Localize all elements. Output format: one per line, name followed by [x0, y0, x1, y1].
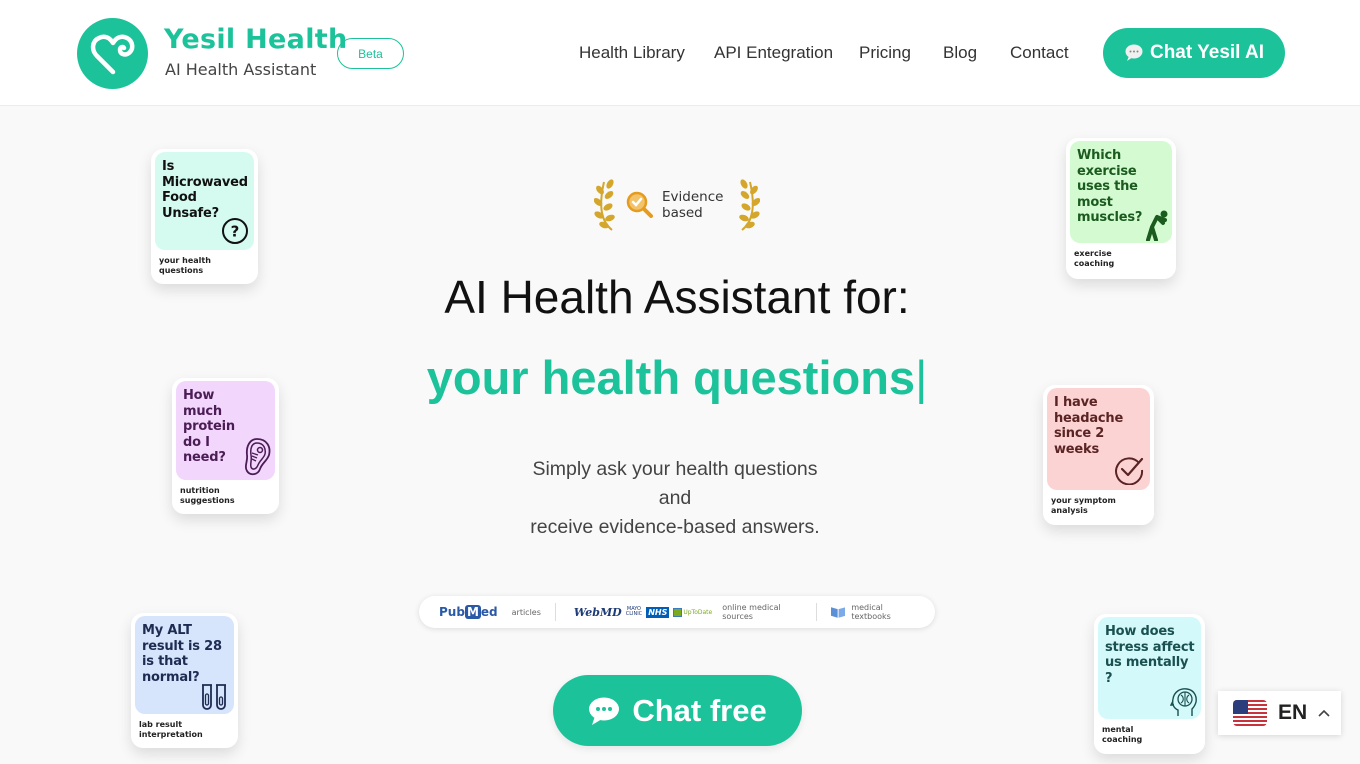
card-label-line1: exercise	[1074, 249, 1112, 258]
laurel-right-icon	[739, 179, 760, 231]
language-selector[interactable]: EN	[1218, 691, 1341, 735]
example-card-exercise[interactable]: Which exercise uses the most muscles? ex…	[1066, 138, 1176, 279]
card-label-line2: coaching	[1102, 735, 1143, 744]
card-question: Which exercise uses the most muscles?	[1077, 148, 1143, 225]
card-label-line2: analysis	[1051, 506, 1088, 515]
chat-free-button[interactable]: Chat free	[553, 675, 802, 746]
chat-bubble-icon	[589, 697, 620, 725]
chat-yesil-ai-label: Chat Yesil AI	[1149, 42, 1265, 63]
nav-pricing[interactable]: Pricing	[859, 43, 911, 63]
typing-cursor: |	[915, 351, 928, 404]
pubmed-pre: Pub	[439, 605, 465, 619]
card-label: your health questions	[159, 256, 211, 276]
example-card-mental[interactable]: How does stress affect us mentally ? men…	[1094, 614, 1205, 754]
pubmed-logo: Pub Med	[439, 605, 498, 619]
example-card-health-questions[interactable]: Is Microwaved Food Unsafe? ? your health…	[151, 149, 258, 284]
check-circle-icon	[1115, 457, 1144, 485]
nav-api-integration[interactable]: API Entegration	[714, 43, 833, 63]
card-label-line1: nutrition	[180, 486, 220, 495]
textbooks-source: medical textbooks	[817, 603, 935, 621]
card-question: My ALT result is 28 is that normal?	[142, 623, 222, 685]
question-circle-icon: ?	[222, 218, 248, 244]
nhs-logo: NHS	[646, 606, 670, 618]
card-label: mental coaching	[1102, 725, 1142, 745]
magnifier-check-icon	[626, 191, 653, 218]
heart-logo-icon	[90, 34, 134, 74]
book-icon	[831, 607, 846, 618]
pubmed-source: Pub Med articles	[419, 605, 555, 619]
beta-badge: Beta	[337, 38, 404, 69]
card-label-line1: your symptom	[1051, 496, 1116, 505]
head-brain-icon	[1170, 688, 1197, 716]
evidence-based-text: Evidence based	[662, 189, 723, 221]
chevron-up-icon	[1318, 709, 1330, 717]
card-label-line1: mental	[1102, 725, 1134, 734]
card-label-line1: your health	[159, 256, 211, 265]
test-tubes-icon	[202, 684, 226, 710]
chat-bubble-icon	[1125, 44, 1143, 61]
card-question: I have headache since 2 weeks	[1054, 395, 1124, 457]
uptodate-box	[673, 607, 683, 617]
us-flag-icon	[1233, 700, 1267, 726]
articles-label: articles	[511, 607, 541, 617]
card-label-line2: questions	[159, 266, 204, 275]
card-label-line1: lab result	[139, 720, 183, 729]
card-question: How does stress affect us mentally ?	[1105, 624, 1195, 686]
nav-contact[interactable]: Contact	[1010, 43, 1069, 63]
sources-bar: Pub Med articles WebMD MAYO CLINIC NHS UpT…	[419, 596, 935, 628]
pubmed-post: ed	[480, 605, 498, 619]
card-question: Is Microwaved Food Unsafe?	[162, 159, 248, 221]
online-sources: WebMD MAYO CLINIC NHS UpToDate online med…	[556, 603, 816, 621]
chat-free-label: Chat free	[632, 692, 767, 728]
card-label-line2: coaching	[1074, 259, 1115, 268]
online-sources-label: online medical sources	[722, 603, 781, 621]
example-card-symptom[interactable]: I have headache since 2 weeks your sympt…	[1043, 385, 1154, 525]
card-label-line2: suggestions	[180, 496, 235, 505]
card-label-line2: interpretation	[139, 730, 203, 739]
brand-subtitle: AI Health Assistant	[165, 60, 317, 79]
svg-text:?: ?	[231, 223, 240, 241]
pubmed-m: M	[464, 605, 481, 619]
textbooks-label: medical textbooks	[851, 603, 891, 621]
example-card-lab-result[interactable]: My ALT result is 28 is that normal? lab …	[131, 613, 238, 748]
mayo-clinic-logo: MAYO CLINIC	[626, 607, 642, 617]
evidence-line: Evidence	[662, 189, 724, 205]
nav-blog[interactable]: Blog	[943, 43, 977, 63]
chat-yesil-ai-button[interactable]: Chat Yesil AI	[1103, 28, 1285, 78]
logo[interactable]	[77, 18, 148, 89]
nav-health-library[interactable]: Health Library	[579, 43, 685, 63]
typed-text: your health questions	[426, 351, 916, 404]
mayo-line2: CLINIC	[625, 611, 643, 617]
card-label: nutrition suggestions	[180, 486, 235, 506]
card-label: your symptom analysis	[1051, 496, 1116, 516]
evidence-based-badge: Evidence based	[594, 178, 760, 232]
based-line: based	[662, 205, 703, 221]
site-header: Yesil Health AI Health Assistant Beta He…	[0, 0, 1360, 106]
stretching-person-icon	[1146, 210, 1168, 241]
card-label: lab result interpretation	[139, 720, 203, 740]
example-card-nutrition[interactable]: How much protein do I need? nutrition sug…	[172, 378, 279, 514]
webmd-logo: WebMD	[573, 605, 622, 619]
steak-icon	[244, 438, 271, 476]
brand-name[interactable]: Yesil Health	[164, 24, 347, 55]
card-question: How much protein do I need?	[183, 388, 235, 465]
language-code: EN	[1278, 701, 1308, 724]
card-label: exercise coaching	[1074, 249, 1114, 269]
laurel-left-icon	[594, 179, 615, 231]
uptodate-text: UpToDate	[683, 608, 713, 616]
uptodate-logo: UpToDate	[673, 607, 713, 617]
